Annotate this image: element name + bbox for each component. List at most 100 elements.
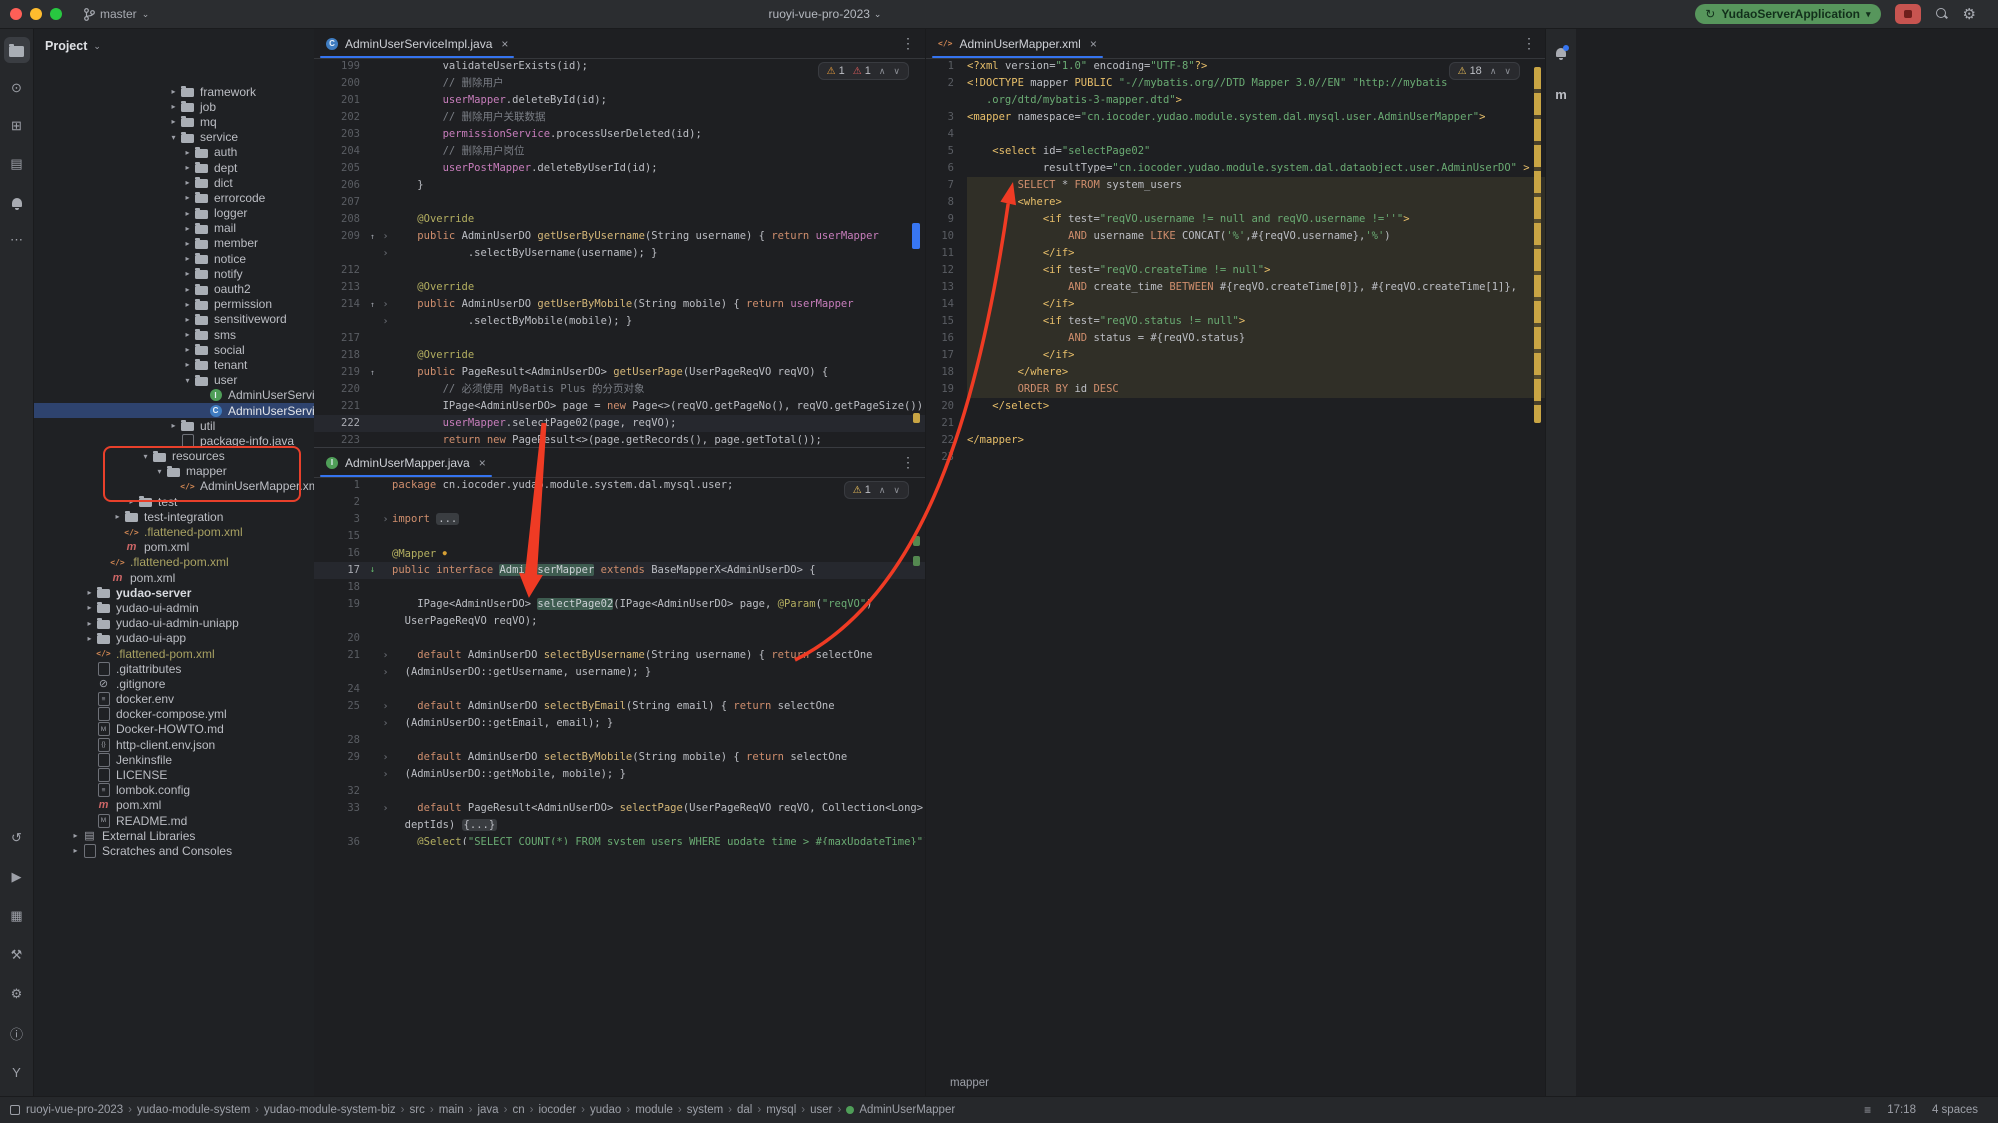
code-line[interactable]: 10 AND username LIKE CONCAT('%',#{reqVO.… (926, 228, 1546, 245)
tab-adminusermapper-xml[interactable]: </> AdminUserMapper.xml × (926, 29, 1109, 58)
tab-options-icon[interactable]: ⋮ (901, 448, 925, 477)
code-line[interactable]: 25› default AdminUserDO selectByEmail(St… (314, 698, 925, 715)
tree-item-user[interactable]: ▾user (33, 373, 314, 388)
tree-item-docker-compose-yml[interactable]: docker-compose.yml (33, 707, 314, 722)
more-tools-icon[interactable]: ⋯ (4, 227, 30, 253)
inspection-badge[interactable]: ⚠1 (853, 484, 871, 496)
code-line[interactable]: 18 </where> (926, 364, 1546, 381)
search-everywhere-icon[interactable] (1935, 7, 1949, 21)
tree-item-license[interactable]: LICENSE (33, 767, 314, 782)
tab-adminusermapper-java[interactable]: I AdminUserMapper.java × (314, 448, 498, 477)
tree-item-util[interactable]: ▸util (33, 418, 314, 433)
breadcrumb-item[interactable]: mysql (766, 1104, 796, 1116)
chevron-icon[interactable]: ▾ (139, 452, 152, 461)
chevron-icon[interactable]: ▸ (181, 163, 194, 172)
chevron-icon[interactable]: ▸ (181, 193, 194, 202)
breadcrumb-item[interactable]: ruoyi-vue-pro-2023 (26, 1104, 123, 1116)
code-line[interactable]: 29› default AdminUserDO selectByMobile(S… (314, 749, 925, 766)
fold-gutter-icon[interactable]: › (379, 647, 392, 664)
database-tool-icon[interactable]: ▤ (4, 151, 30, 177)
tree-item-scratches-and-consoles[interactable]: ▸Scratches and Consoles (33, 843, 314, 858)
code-line[interactable]: 19 ORDER BY id DESC (926, 381, 1546, 398)
tree-item-member[interactable]: ▸member (33, 236, 314, 251)
code-line[interactable]: 21 (926, 415, 1546, 432)
code-line[interactable]: 33› default PageResult<AdminUserDO> sele… (314, 800, 925, 817)
fold-gutter-icon[interactable]: › (379, 511, 392, 528)
next-problem-icon[interactable]: ∨ (1504, 66, 1511, 77)
chevron-icon[interactable]: ▸ (83, 603, 96, 612)
tab-options-icon[interactable]: ⋮ (1522, 29, 1546, 58)
tree-item--flattened-pom-xml[interactable]: </>.flattened-pom.xml (33, 646, 314, 661)
build-tool-icon[interactable]: ⚒ (4, 942, 30, 968)
chevron-icon[interactable]: ▸ (167, 87, 180, 96)
project-tool-icon[interactable] (4, 37, 30, 63)
breadcrumb-item[interactable]: system (687, 1104, 723, 1116)
tree-item-jenkinsfile[interactable]: Jenkinsfile (33, 752, 314, 767)
breadcrumb-item[interactable]: cn (512, 1104, 524, 1116)
code-line[interactable]: .org/dtd/mybatis-3-mapper.dtd"> (926, 92, 1546, 109)
tree-item-sms[interactable]: ▸sms (33, 327, 314, 342)
chevron-icon[interactable]: ▸ (181, 148, 194, 157)
notifications-tool-icon[interactable] (4, 189, 30, 215)
code-line[interactable]: 205 userPostMapper.deleteByUserId(id); (314, 160, 925, 177)
tree-item-logger[interactable]: ▸logger (33, 206, 314, 221)
inspections-widget[interactable]: ⚠1⚠1∧ ∨ (818, 62, 909, 80)
code-line[interactable]: 17 </if> (926, 347, 1546, 364)
code-line[interactable]: 8 <where> (926, 194, 1546, 211)
tree-item-adminuserservice[interactable]: IAdminUserService (33, 388, 314, 403)
tree-item-social[interactable]: ▸social (33, 342, 314, 357)
chevron-icon[interactable]: ▸ (83, 588, 96, 597)
code-line[interactable]: UserPageReqVO reqVO); (314, 613, 925, 630)
code-line[interactable]: 208 @Override (314, 211, 925, 228)
code-line[interactable]: 36 @Select("SELECT COUNT(*) FROM system_… (314, 834, 925, 845)
code-line[interactable]: 213 @Override (314, 279, 925, 296)
code-line[interactable]: 6 resultType="cn.iocoder.yudao.module.sy… (926, 160, 1546, 177)
code-line[interactable]: deptIds) {...} (314, 817, 925, 834)
code-line[interactable]: 214↑› public AdminUserDO getUserByMobile… (314, 296, 925, 313)
close-tab-icon[interactable]: × (501, 37, 508, 51)
tree-item--gitattributes[interactable]: .gitattributes (33, 661, 314, 676)
chevron-icon[interactable]: ▸ (69, 846, 82, 855)
stop-button[interactable] (1895, 4, 1921, 24)
fold-gutter-icon[interactable]: › (379, 245, 392, 262)
tree-item-resources[interactable]: ▾resources (33, 449, 314, 464)
status-widget-icon[interactable]: ≡ (1864, 1103, 1871, 1117)
run-tool-icon[interactable]: ▶ (4, 864, 30, 890)
tree-item-adminusermapper-xml[interactable]: </>AdminUserMapper.xml (33, 479, 314, 494)
code-area[interactable]: 1package cn.iocoder.yudao.module.system.… (314, 477, 925, 1098)
prev-problem-icon[interactable]: ∧ (879, 485, 886, 496)
code-line[interactable]: 2 (314, 494, 925, 511)
chevron-icon[interactable]: ▸ (181, 178, 194, 187)
tree-item-auth[interactable]: ▸auth (33, 145, 314, 160)
chevron-icon[interactable]: ▾ (181, 376, 194, 385)
tree-item--gitignore[interactable]: ⊘.gitignore (33, 676, 314, 691)
run-configuration-widget[interactable]: ↻ YudaoServerApplication ▾ (1695, 4, 1880, 24)
tree-item--flattened-pom-xml[interactable]: </>.flattened-pom.xml (33, 555, 314, 570)
code-line[interactable]: 23 (926, 449, 1546, 466)
tree-item-yudao-ui-admin-uniapp[interactable]: ▸yudao-ui-admin-uniapp (33, 616, 314, 631)
tree-item-framework[interactable]: ▸framework (33, 84, 314, 99)
code-line[interactable]: 3<mapper namespace="cn.iocoder.yudao.mod… (926, 109, 1546, 126)
chevron-icon[interactable]: ▸ (111, 512, 124, 521)
chevron-icon[interactable]: ▾ (153, 467, 166, 476)
code-line[interactable]: 3›import ... (314, 511, 925, 528)
inspection-badge[interactable]: ⚠1 (827, 65, 845, 77)
implementations-gutter-icon[interactable]: ↓ (366, 562, 379, 579)
code-line[interactable]: 22</mapper> (926, 432, 1546, 449)
code-line[interactable]: 222 userMapper.selectPage02(page, reqVO)… (314, 415, 925, 432)
fold-gutter-icon[interactable]: › (379, 296, 392, 313)
code-line[interactable]: › (AdminUserDO::getMobile, mobile); } (314, 766, 925, 783)
next-problem-icon[interactable]: ∨ (893, 485, 900, 496)
tree-item-readme-md[interactable]: MREADME.md (33, 813, 314, 828)
code-line[interactable]: 209↑› public AdminUserDO getUserByUserna… (314, 228, 925, 245)
code-line[interactable]: 4 (926, 126, 1546, 143)
maximize-window-icon[interactable] (50, 8, 62, 20)
vcs-tool-icon[interactable]: Y (4, 1059, 30, 1085)
tree-item-errorcode[interactable]: ▸errorcode (33, 190, 314, 205)
chevron-icon[interactable]: ▸ (181, 300, 194, 309)
override-gutter-icon[interactable]: ↑ (366, 364, 379, 381)
minimize-window-icon[interactable] (30, 8, 42, 20)
code-line[interactable]: 7 SELECT * FROM system_users (926, 177, 1546, 194)
scrollbar-marker[interactable] (912, 223, 920, 249)
tree-item-tenant[interactable]: ▸tenant (33, 357, 314, 372)
